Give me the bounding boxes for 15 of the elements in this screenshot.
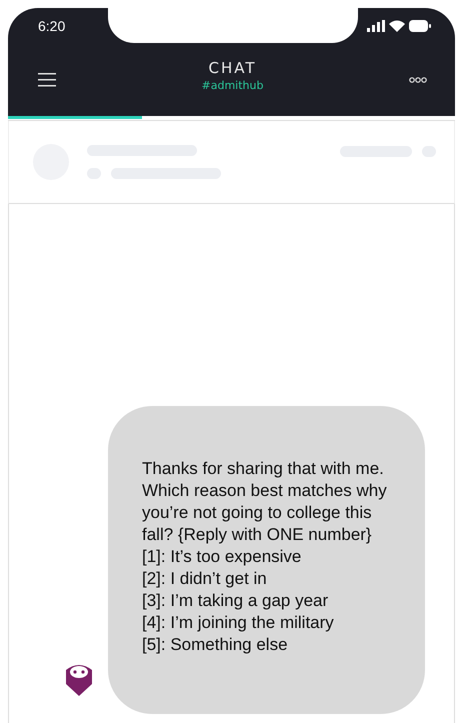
status-time: 6:20 [37, 18, 66, 34]
reply-option: [3]: I’m taking a gap year [142, 590, 393, 612]
reply-option: [5]: Something else [142, 634, 393, 656]
owl-avatar-icon [64, 662, 94, 696]
menu-icon [38, 72, 56, 86]
reply-option: [2]: I didn’t get in [142, 568, 393, 590]
reply-option: [4]: I’m joining the military [142, 612, 393, 634]
channel-name: #admithub [202, 79, 264, 92]
wifi-icon [389, 20, 405, 32]
reply-option: [1]: It’s too expensive [142, 546, 393, 568]
more-icon [408, 76, 427, 82]
message-text: Thanks for sharing that with me. Which reason best matches why you’re not going to college this fall? {Reply with ONE number} [142, 458, 388, 546]
signal-icon [367, 20, 385, 32]
chat-title: CHAT [208, 59, 256, 77]
battery-icon [409, 20, 431, 32]
